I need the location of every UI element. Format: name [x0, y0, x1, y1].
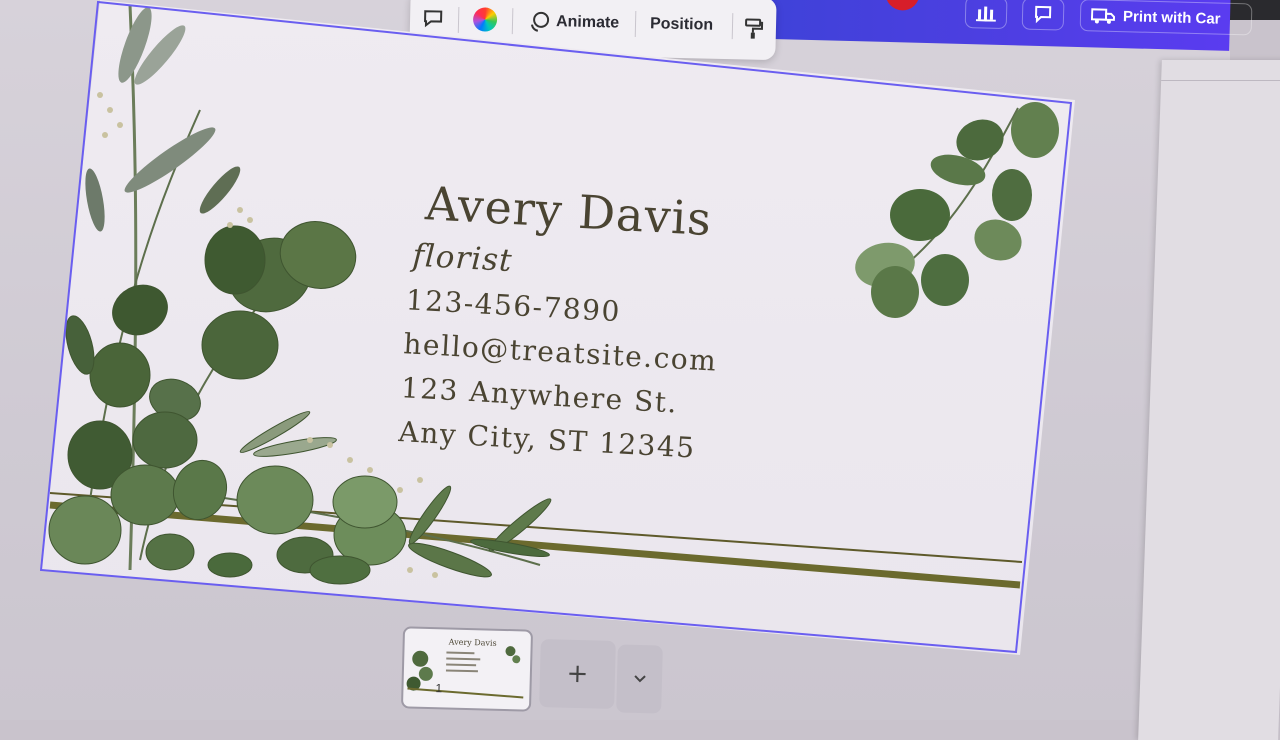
add-page-button[interactable]: +: [539, 639, 616, 709]
card-email[interactable]: hello@treatsite.com: [403, 327, 719, 377]
card-title[interactable]: florist: [412, 238, 514, 280]
chevron-down-icon: [633, 675, 646, 683]
page-menu-button[interactable]: [616, 644, 663, 714]
page-number: 1: [435, 681, 443, 696]
card-phone[interactable]: 123-456-7890: [405, 283, 622, 328]
print-truck-icon: [1090, 8, 1116, 24]
thumbnail-leaves-icon: [406, 646, 524, 699]
card-address-line2[interactable]: Any City, ST 12345: [398, 415, 697, 465]
print-label: Print with Car: [1122, 7, 1221, 28]
card-address-line1[interactable]: 123 Anywhere St.: [400, 371, 679, 419]
card-text-block[interactable]: Avery Davis florist 123-456-7890 hello@t…: [387, 175, 804, 517]
add-page-label: +: [566, 658, 589, 690]
page-thumbnail[interactable]: Avery Davis 1: [400, 626, 534, 712]
business-card-canvas[interactable]: Avery Davis florist 123-456-7890 hello@t…: [40, 0, 1075, 655]
right-side-panel: [1138, 60, 1280, 740]
print-button[interactable]: Print with Car: [1079, 0, 1253, 36]
